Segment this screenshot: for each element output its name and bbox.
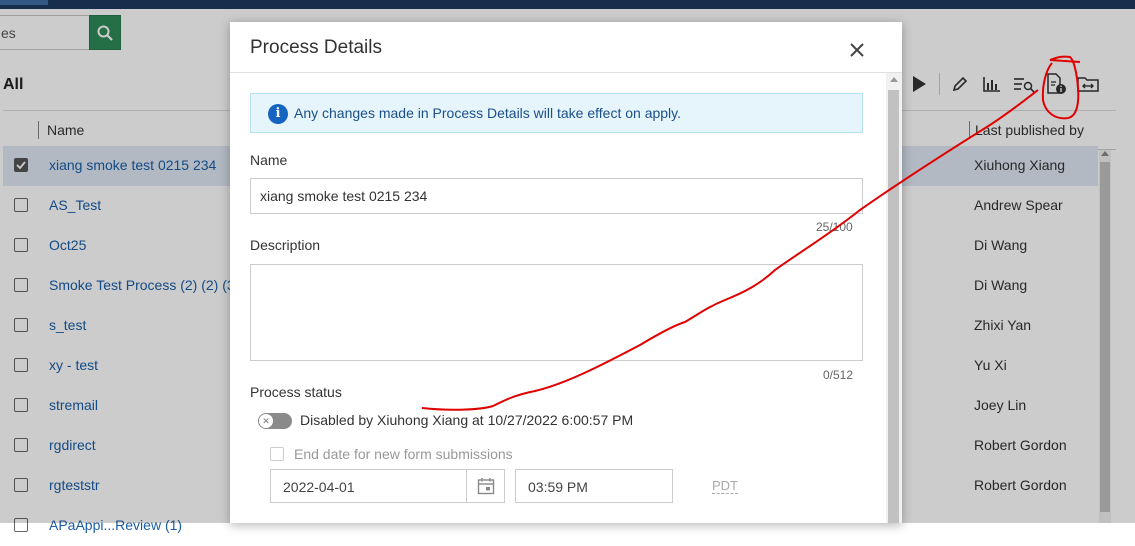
end-time-value: 03:59 PM xyxy=(528,479,588,495)
toggle-off-icon: ✕ xyxy=(259,414,273,428)
close-button[interactable] xyxy=(847,40,867,60)
name-label: Name xyxy=(250,152,288,168)
end-date-value: 2022-04-01 xyxy=(283,479,355,495)
name-field[interactable]: xiang smoke test 0215 234 xyxy=(250,178,863,214)
info-message: Any changes made in Process Details will… xyxy=(294,105,682,121)
process-status-text: Disabled by Xiuhong Xiang at 10/27/2022 … xyxy=(300,412,634,428)
calendar-icon xyxy=(477,478,495,495)
timezone-label: PDT xyxy=(712,478,738,494)
process-details-dialog: Process Details i Any changes made in Pr… xyxy=(230,22,902,523)
dialog-header: Process Details xyxy=(230,22,902,73)
name-char-counter: 25/100 xyxy=(816,220,853,234)
end-date-input[interactable]: 2022-04-01 xyxy=(270,469,505,503)
description-field[interactable] xyxy=(250,264,863,361)
scroll-up-arrow-icon[interactable] xyxy=(890,77,898,82)
process-status-label: Process status xyxy=(250,384,342,400)
end-date-checkbox[interactable] xyxy=(270,447,284,461)
close-icon xyxy=(850,43,864,57)
description-char-counter: 0/512 xyxy=(823,368,854,382)
dialog-scroll-thumb[interactable] xyxy=(888,90,899,523)
description-label: Description xyxy=(250,237,321,253)
info-banner: i Any changes made in Process Details wi… xyxy=(250,93,863,133)
dialog-title: Process Details xyxy=(250,37,382,58)
info-icon: i xyxy=(268,104,288,124)
name-field-value: xiang smoke test 0215 234 xyxy=(260,188,428,204)
date-picker-button[interactable] xyxy=(466,470,505,502)
process-status-toggle[interactable]: ✕ xyxy=(258,413,292,429)
dialog-scrollbar[interactable] xyxy=(886,73,902,523)
end-time-input[interactable]: 03:59 PM xyxy=(515,469,673,503)
end-date-label: End date for new form submissions xyxy=(294,446,513,462)
dialog-body: i Any changes made in Process Details wi… xyxy=(230,73,886,523)
